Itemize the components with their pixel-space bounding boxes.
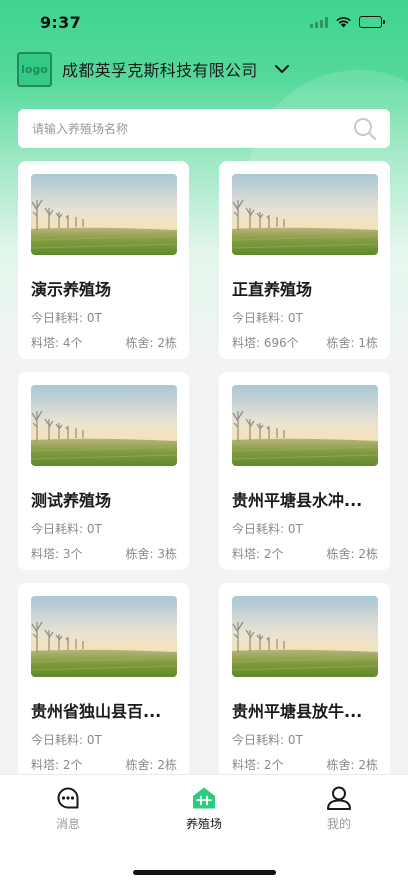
farm-barn-count: 栋舍: 2栋 <box>125 758 178 772</box>
farm-image <box>31 596 177 677</box>
farm-tower-count: 料塔: 4个 <box>31 336 83 350</box>
farm-image <box>232 385 378 466</box>
farm-name: 贵州省独山县百... <box>31 702 162 721</box>
farm-feed-today: 今日耗料: 0T <box>31 522 102 536</box>
farm-image <box>232 596 378 677</box>
farm-tower-count: 料塔: 2个 <box>232 758 284 772</box>
cellular-signal-icon <box>310 16 328 28</box>
farm-image <box>232 174 378 255</box>
farm-card[interactable]: 演示养殖场 今日耗料: 0T 料塔: 4个 栋舍: 2栋 <box>18 161 189 359</box>
message-icon <box>55 785 81 811</box>
tab-label: 我的 <box>326 817 351 831</box>
company-header[interactable]: logo 成都英孚克斯科技有限公司 <box>17 51 292 87</box>
farm-barn-count: 栋舍: 3栋 <box>125 547 178 561</box>
chevron-down-icon[interactable] <box>272 59 292 79</box>
profile-icon <box>326 785 352 811</box>
farm-card[interactable]: 测试养殖场 今日耗料: 0T 料塔: 3个 栋舍: 3栋 <box>18 372 189 570</box>
farm-name: 演示养殖场 <box>31 280 112 299</box>
farm-card[interactable]: 贵州平塘县放牛... 今日耗料: 0T 料塔: 2个 栋舍: 2栋 <box>219 583 390 774</box>
farm-tower-count: 料塔: 3个 <box>31 547 83 561</box>
farm-name: 正直养殖场 <box>232 280 313 299</box>
home-indicator <box>133 870 276 875</box>
farm-name: 测试养殖场 <box>31 491 112 510</box>
tab-farms[interactable]: 养殖场 <box>159 785 249 832</box>
status-icons <box>310 16 385 28</box>
farm-grid: 演示养殖场 今日耗料: 0T 料塔: 4个 栋舍: 2栋 正直养殖场 今日耗料:… <box>18 161 390 774</box>
farm-icon <box>191 785 217 811</box>
farm-feed-today: 今日耗料: 0T <box>31 733 102 747</box>
farm-tower-count: 料塔: 2个 <box>31 758 83 772</box>
farm-card[interactable]: 贵州省独山县百... 今日耗料: 0T 料塔: 2个 栋舍: 2栋 <box>18 583 189 774</box>
farm-name: 贵州平塘县放牛... <box>232 702 363 721</box>
tab-messages[interactable]: 消息 <box>23 785 113 832</box>
farm-card[interactable]: 贵州平塘县水冲... 今日耗料: 0T 料塔: 2个 栋舍: 2栋 <box>219 372 390 570</box>
farm-name: 贵州平塘县水冲... <box>232 491 363 510</box>
farm-barn-count: 栋舍: 2栋 <box>125 336 178 350</box>
farm-feed-today: 今日耗料: 0T <box>232 733 303 747</box>
status-bar: 9:37 <box>0 0 408 44</box>
tab-label: 消息 <box>55 817 80 831</box>
tab-profile[interactable]: 我的 <box>294 785 384 832</box>
search-bar[interactable] <box>18 109 390 148</box>
farm-card[interactable]: 正直养殖场 今日耗料: 0T 料塔: 696个 栋舍: 1栋 <box>219 161 390 359</box>
farm-tower-count: 料塔: 2个 <box>232 547 284 561</box>
farm-image <box>31 174 177 255</box>
wifi-icon <box>336 17 351 28</box>
tab-label: 养殖场 <box>185 817 222 831</box>
battery-icon <box>359 16 385 28</box>
farm-image <box>31 385 177 466</box>
search-input[interactable] <box>32 121 352 136</box>
tab-bar: 消息 养殖场 我的 <box>0 774 408 883</box>
search-icon[interactable] <box>352 116 378 142</box>
farm-feed-today: 今日耗料: 0T <box>232 522 303 536</box>
farm-feed-today: 今日耗料: 0T <box>232 311 303 325</box>
company-logo: logo <box>17 51 52 87</box>
farm-barn-count: 栋舍: 2栋 <box>326 758 379 772</box>
farm-barn-count: 栋舍: 1栋 <box>326 336 379 350</box>
company-name[interactable]: 成都英孚克斯科技有限公司 <box>62 57 258 81</box>
farm-tower-count: 料塔: 696个 <box>232 336 299 350</box>
farm-feed-today: 今日耗料: 0T <box>31 311 102 325</box>
status-time: 9:37 <box>40 12 81 32</box>
farm-barn-count: 栋舍: 2栋 <box>326 547 379 561</box>
